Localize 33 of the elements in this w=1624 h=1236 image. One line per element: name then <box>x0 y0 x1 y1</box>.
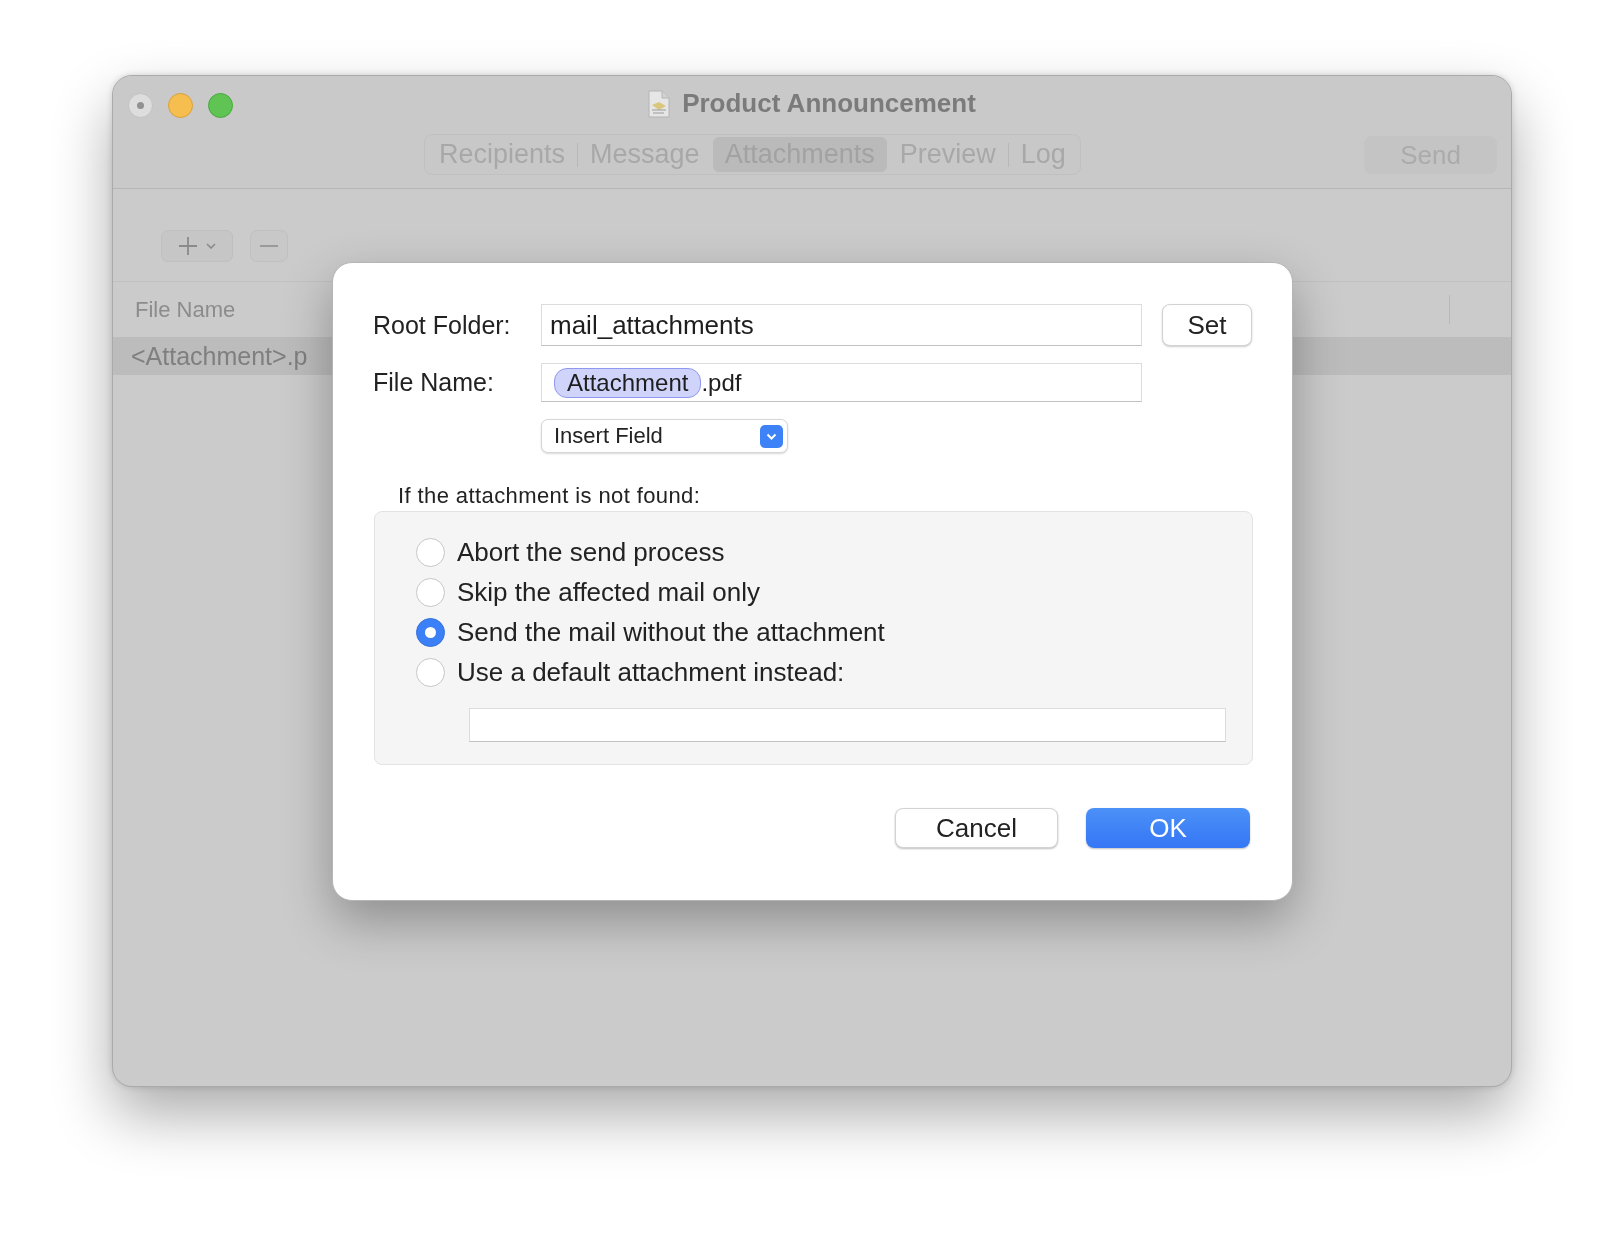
root-folder-field[interactable]: mail_attachments <box>541 304 1142 346</box>
input-field[interactable] <box>469 708 1226 742</box>
field-token[interactable]: Attachment <box>554 367 702 398</box>
caret-icon <box>205 243 216 249</box>
table-cell: <Attachment>.p <box>131 341 308 371</box>
set-button[interactable]: Set <box>1162 304 1252 346</box>
close-button[interactable] <box>128 92 153 118</box>
group-label: If the attachment is not found: <box>398 484 701 508</box>
file-name-label: File Name: <box>373 368 494 397</box>
ok-button[interactable]: OK <box>1086 808 1250 848</box>
plus-icon <box>178 237 197 255</box>
radio-label: Use a default attachment instead: <box>457 656 845 688</box>
radio-button[interactable] <box>416 617 445 647</box>
remove-button[interactable] <box>250 230 288 262</box>
radio-label: Skip the affected mail only <box>457 576 761 608</box>
minimize-button[interactable] <box>168 92 193 118</box>
chevron-icon <box>760 424 783 448</box>
file-extension-text: .pdf <box>701 368 742 397</box>
column-header[interactable]: File Name <box>135 296 236 323</box>
radio-button[interactable] <box>416 657 445 687</box>
add-button[interactable] <box>161 230 233 262</box>
radio-button[interactable] <box>416 577 445 607</box>
insert-field-popup[interactable]: Insert Field <box>541 419 788 453</box>
radio-button[interactable] <box>416 537 445 567</box>
file-name-field[interactable]: Attachment .pdf <box>541 363 1142 402</box>
radio-label: Abort the send process <box>457 536 725 568</box>
radio-label: Send the mail without the attachment <box>457 616 885 648</box>
cancel-button[interactable]: Cancel <box>895 808 1058 848</box>
minus-icon <box>260 245 278 247</box>
root-folder-label: Root Folder: <box>373 310 511 340</box>
zoom-button[interactable] <box>208 92 233 118</box>
window-title: Product Announcement <box>682 88 976 119</box>
document-icon <box>648 89 671 118</box>
